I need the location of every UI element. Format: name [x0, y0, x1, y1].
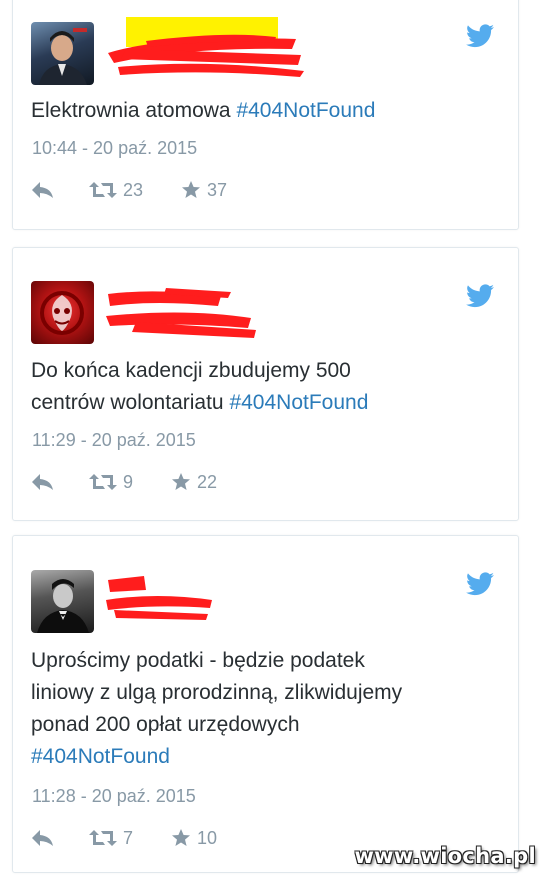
- man-in-suit-avatar-icon: [39, 28, 87, 85]
- redacted-username: [106, 286, 266, 342]
- tweet-timestamp[interactable]: 11:28 - 20 paź. 2015: [32, 786, 196, 807]
- retweet-count: 23: [123, 179, 144, 200]
- like-count: 22: [197, 471, 218, 492]
- retweet-count: 7: [123, 827, 134, 848]
- tweet-timestamp[interactable]: 11:29 - 20 paź. 2015: [32, 430, 196, 451]
- hashtag-link[interactable]: #404NotFound: [31, 745, 170, 768]
- man-portrait-avatar-icon: [37, 579, 89, 633]
- retweet-count: 9: [123, 471, 134, 492]
- tweet-actions: 9 22: [31, 469, 217, 495]
- retweet-button[interactable]: 9: [89, 472, 133, 493]
- star-icon: [172, 473, 191, 490]
- watermark: www.wiocha.pl: [354, 844, 536, 868]
- twitter-bird-icon: [466, 24, 494, 48]
- reply-icon: [32, 830, 53, 846]
- hashtag-link[interactable]: #404NotFound: [229, 391, 368, 414]
- reply-button[interactable]: [31, 472, 55, 492]
- redacted-username: [106, 9, 306, 79]
- star-icon: [172, 829, 191, 846]
- tweet-text: Elektrownia atomowa #404NotFound: [31, 99, 376, 122]
- tweet-actions: 23 37: [31, 177, 227, 203]
- redacted-username: [106, 574, 226, 624]
- twitter-bird-icon: [466, 284, 494, 308]
- tweet-card[interactable]: Elektrownia atomowa #404NotFound 10:44 -…: [12, 0, 519, 230]
- red-emblem-avatar-icon: [40, 291, 84, 335]
- reply-button[interactable]: [31, 828, 55, 848]
- retweet-button[interactable]: 7: [89, 828, 133, 849]
- tweet-card[interactable]: Do końca kadencji zbudujemy 500 centrów …: [12, 247, 519, 521]
- like-count: 10: [197, 827, 218, 848]
- avatar[interactable]: [31, 570, 94, 633]
- avatar[interactable]: [31, 281, 94, 344]
- like-count: 37: [207, 179, 228, 200]
- tweet-text: Uprościmy podatki - będzie podatek linio…: [31, 649, 403, 768]
- tweet-actions: 7 10: [31, 825, 217, 851]
- retweet-icon: [89, 182, 117, 198]
- avatar[interactable]: [31, 22, 94, 85]
- tweet-card[interactable]: Uprościmy podatki - będzie podatek linio…: [12, 535, 519, 873]
- retweet-button[interactable]: 23: [89, 180, 143, 201]
- reply-icon: [32, 474, 53, 490]
- twitter-bird-icon: [466, 572, 494, 596]
- tweet-text: Do końca kadencji zbudujemy 500 centrów …: [31, 359, 369, 414]
- like-button[interactable]: 10: [171, 828, 217, 849]
- retweet-icon: [89, 474, 117, 490]
- tweet-timestamp[interactable]: 10:44 - 20 paź. 2015: [32, 138, 197, 159]
- reply-button[interactable]: [31, 180, 55, 200]
- star-icon: [182, 181, 201, 198]
- like-button[interactable]: 37: [181, 180, 227, 201]
- hashtag-link[interactable]: #404NotFound: [236, 99, 375, 122]
- retweet-icon: [89, 830, 117, 846]
- reply-icon: [32, 182, 53, 198]
- like-button[interactable]: 22: [171, 472, 217, 493]
